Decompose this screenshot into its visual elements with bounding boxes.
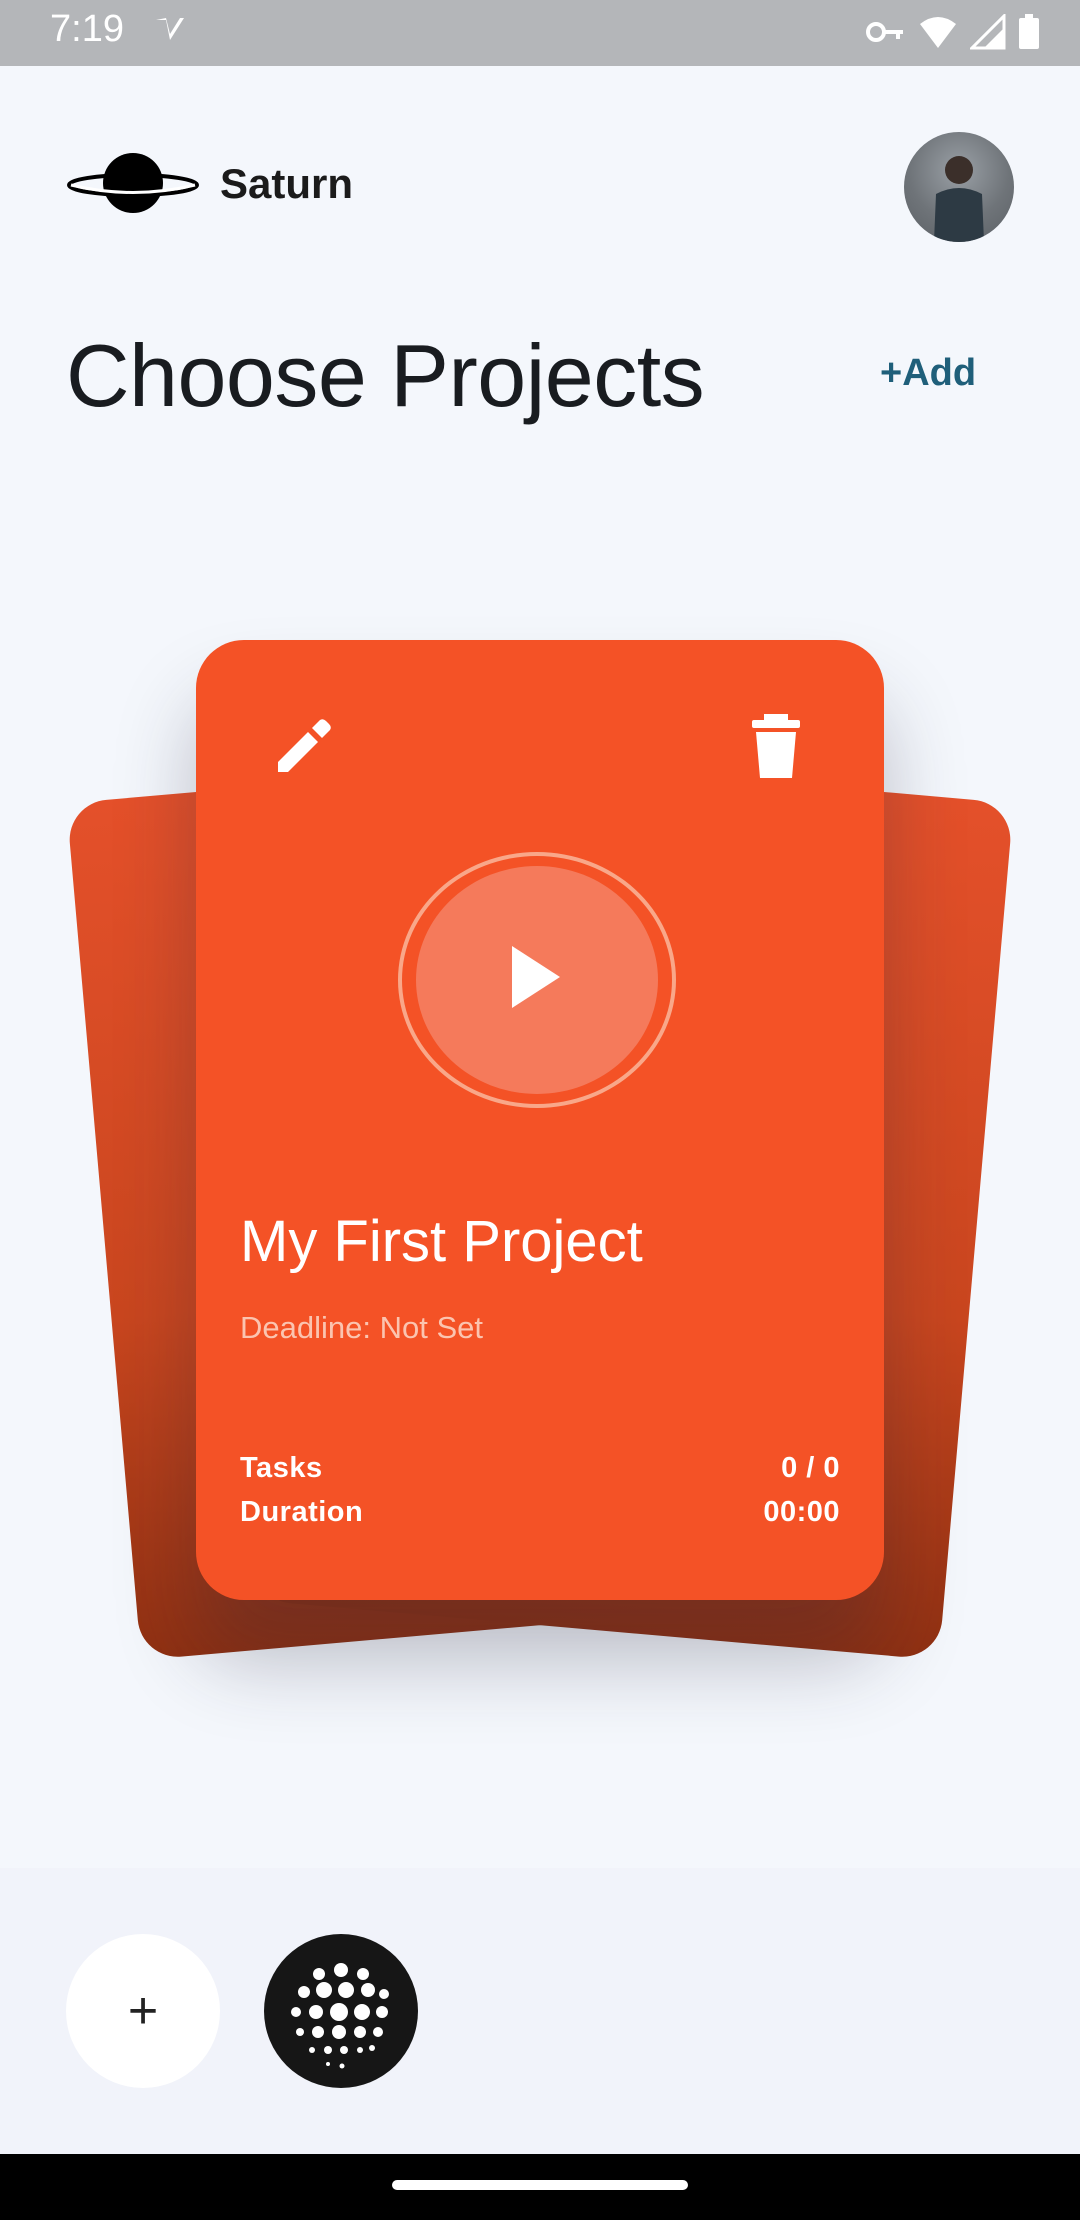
dot-grid-button[interactable] [264,1934,418,2088]
duration-label: Duration [240,1496,364,1528]
status-icons [866,12,1040,55]
project-title: My First Project [240,1209,643,1274]
signal-icon [968,12,1006,55]
tasks-label: Tasks [240,1452,323,1484]
vpn-key-icon [866,14,906,55]
app-name: Saturn [220,160,354,207]
play-icon [506,942,566,1017]
home-gesture-handle[interactable] [392,2180,688,2190]
add-project-link[interactable]: +Add [880,352,976,395]
play-button[interactable] [398,852,676,1108]
status-bar: 7:19 [0,0,1080,66]
avatar[interactable] [904,132,1014,242]
wifi-icon [918,14,958,55]
notification-check-icon [152,14,188,55]
delete-icon[interactable] [746,714,806,780]
status-time: 7:19 [50,8,124,50]
plus-icon: + [127,1982,159,2040]
project-card[interactable]: My First Project Deadline: Not Set Tasks… [196,640,884,1600]
duration-value: 00:00 [763,1496,840,1528]
play-button-inner [416,866,658,1094]
edit-icon[interactable] [272,718,332,778]
saturn-logo-icon [66,150,200,220]
tasks-value: 0 / 0 [781,1452,840,1484]
add-fab-button[interactable]: + [66,1934,220,2088]
page-title: Choose Projects [66,326,705,425]
project-deadline: Deadline: Not Set [240,1310,483,1345]
battery-icon [1018,14,1040,55]
dot-grid-icon [291,1963,389,2069]
